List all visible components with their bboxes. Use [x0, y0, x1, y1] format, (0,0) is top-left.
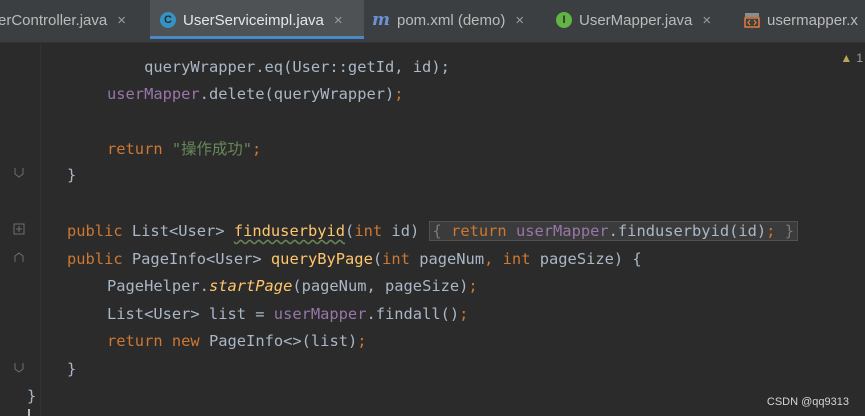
fold-end-icon[interactable] [13, 167, 25, 179]
code-line: List<User> list = userMapper.findall(); [107, 301, 468, 328]
code-type: PageInfo<User> [131, 250, 262, 268]
code-text: PageInfo<>(list) [208, 332, 358, 350]
fold-end-icon[interactable] [13, 362, 25, 374]
code-keyword: int [354, 222, 383, 240]
code-param: id) [391, 222, 420, 240]
code-keyword: return [451, 222, 507, 240]
code-paren: ( [345, 222, 355, 240]
folded-region[interactable]: { return userMapper.finduserbyid(id); } [428, 221, 799, 241]
code-field: userMapper [273, 305, 367, 323]
inspection-warning[interactable]: ▲ 1 [840, 51, 863, 65]
code-keyword: int [382, 250, 410, 268]
tab-usermapper-xml[interactable]: usermapper.x [744, 0, 865, 42]
fold-brace: { [432, 222, 442, 240]
interface-icon: I [556, 12, 572, 29]
gutter-divider [40, 43, 41, 416]
code-keyword: new [171, 332, 200, 350]
code-line: PageHelper.startPage(pageNum, pageSize); [107, 273, 478, 300]
code-brace: } [27, 387, 37, 405]
code-method-name[interactable]: queryByPage [271, 250, 373, 268]
code-brace: } [67, 360, 77, 378]
code-type: List<User> [131, 222, 225, 240]
fold-brace: } [784, 222, 795, 240]
code-comma: , [484, 250, 494, 268]
tab-label: usermapper.x [767, 12, 858, 29]
code-semicolon: ; [357, 332, 367, 350]
fold-expand-icon[interactable] [13, 223, 25, 235]
code-line: public List<User> finduserbyid(int id) {… [67, 218, 799, 245]
code-line: queryWrapper.eq(User::getId, id); [107, 27, 450, 76]
code-editor[interactable]: ▲ 1 queryWrapper.eq(User::getId, id); use… [0, 43, 865, 416]
text-caret [28, 409, 30, 416]
code-keyword: public [67, 250, 123, 268]
code-semicolon: ; [394, 85, 404, 103]
code-semicolon: ; [468, 277, 478, 295]
warning-count: 1 [856, 51, 863, 65]
code-type: List<User> list = [107, 305, 274, 323]
code-keyword: return [107, 140, 163, 158]
maven-icon: m [372, 10, 390, 31]
tab-label: erController.java [0, 12, 108, 29]
code-semicolon: ; [252, 140, 262, 158]
code-line: } [27, 383, 36, 410]
code-param: pageSize [539, 250, 614, 268]
code-field: userMapper [515, 222, 609, 240]
code-line: userMapper.delete(queryWrapper); [107, 81, 404, 108]
tab-close-icon[interactable]: × [702, 12, 711, 29]
code-line: } [67, 356, 76, 383]
code-brace: } [67, 166, 77, 184]
code-text: .findall() [366, 305, 460, 323]
code-semicolon: ; [766, 222, 776, 240]
code-class: PageHelper. [107, 277, 209, 295]
warning-icon: ▲ [840, 51, 853, 65]
code-line: public PageInfo<User> queryByPage(int pa… [67, 246, 642, 273]
code-text: .delete(queryWrapper) [199, 85, 395, 103]
code-line: } [67, 162, 76, 189]
tab-close-icon[interactable]: × [515, 12, 524, 29]
xml-icon [744, 12, 760, 28]
code-text: queryWrapper.eq(User::getId, id); [144, 58, 450, 76]
watermark: CSDN @qq9313 [766, 396, 849, 408]
code-string: "操作成功" [171, 140, 252, 158]
code-keyword: return [107, 332, 163, 350]
code-keyword: public [67, 222, 123, 240]
code-method-name[interactable]: finduserbyid [234, 222, 345, 240]
code-paren: ( [372, 250, 383, 268]
code-line: return "操作成功"; [107, 136, 261, 163]
code-text: (pageNum, pageSize) [292, 277, 469, 295]
code-semicolon: ; [459, 305, 469, 323]
code-text: ) { [613, 250, 642, 268]
class-icon: C [160, 12, 176, 29]
fold-start-icon[interactable] [13, 251, 25, 263]
code-field: userMapper [107, 85, 200, 103]
code-param: pageNum [419, 250, 485, 268]
tab-usermapper-java[interactable]: I UserMapper.java × [556, 0, 736, 42]
tab-label: UserMapper.java [579, 12, 693, 29]
code-text: .finduserbyid(id) [608, 222, 767, 240]
code-keyword: int [502, 250, 531, 268]
code-static-method: startPage [208, 277, 293, 295]
code-line: return new PageInfo<>(list); [107, 328, 367, 355]
